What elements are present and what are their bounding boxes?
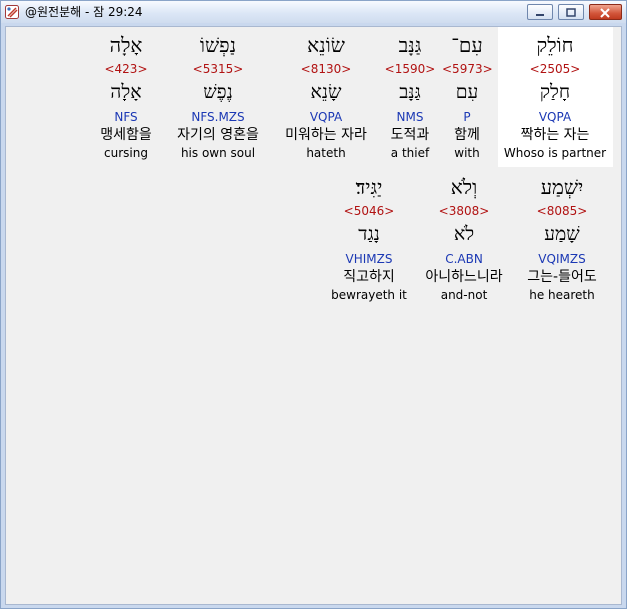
minimize-icon (536, 14, 544, 16)
hebrew-word: נַפְשׁוֹ (199, 33, 237, 57)
app-icon (4, 4, 20, 20)
hebrew-lemma: שָׂנֵא (310, 81, 342, 103)
hebrew-word: וְלֹא (450, 175, 478, 199)
word-column[interactable]: יִשְׁמַע <8085> שָׁמַע VQIMZS 그는-들어도 he … (520, 173, 604, 303)
strong-number: <1590> (384, 62, 436, 76)
hebrew-lemma: גַּנָּב (399, 81, 421, 103)
interlinear-panel: חוֹלֵק <2505> חָלַק VQPA 짝하는 자는 Whoso is… (5, 26, 622, 605)
morphology-code: P (463, 110, 471, 124)
korean-gloss: 함께 (454, 127, 480, 143)
close-button[interactable] (589, 4, 622, 20)
morphology-code: C.ABN (445, 252, 483, 266)
korean-gloss: 짝하는 자는 (520, 127, 590, 143)
english-gloss: he heareth (529, 288, 595, 302)
word-column[interactable]: וְלֹא <3808> לֹא C.ABN 아니하느니라 and-not (416, 173, 512, 303)
hebrew-lemma: לֹא (453, 223, 475, 245)
english-gloss: with (454, 146, 480, 160)
hebrew-word: אָלָה (109, 33, 143, 57)
strong-number: <8085> (536, 204, 588, 218)
hebrew-lemma: עִם (455, 81, 479, 103)
word-column[interactable]: שׂוֹנֵא <8130> שָׂנֵא VQPA 미워하는 자라 hatet… (276, 31, 376, 161)
korean-gloss: 자기의 영혼을 (177, 127, 259, 143)
korean-gloss: 아니하느니라 (425, 269, 503, 285)
hebrew-lemma: חָלַק (539, 81, 571, 103)
word-column[interactable]: חוֹלֵק <2505> חָלַק VQPA 짝하는 자는 Whoso is… (502, 31, 608, 161)
word-column[interactable]: נַפְשׁוֹ <5315> נֶפֶשׁ NFS.MZS 자기의 영혼을 h… (168, 31, 268, 161)
english-gloss: his own soul (180, 146, 256, 160)
korean-gloss: 맹세함을 (100, 127, 152, 143)
hebrew-lemma: נָגַד (358, 223, 380, 245)
english-gloss: bewrayeth it (331, 288, 407, 302)
app-window: @원전분해 - 잠 29:24 חוֹלֵק <2505> חָלַק VQPA… (0, 0, 627, 609)
strong-number: <423> (104, 62, 148, 76)
word-column[interactable]: יַגִּיד׃ <5046> נָגַד VHIMZS 직고하지 bewray… (326, 173, 412, 303)
hebrew-word: שׂוֹנֵא (307, 33, 345, 57)
word-column[interactable]: עִם־ <5973> עִם P 함께 with (442, 31, 493, 161)
strong-number: <2505> (529, 62, 581, 76)
korean-gloss: 미워하는 자라 (285, 127, 367, 143)
hebrew-lemma: שָׁמַע (544, 223, 580, 245)
hebrew-lemma: אָלָה (110, 81, 142, 103)
morphology-code: VQIMZS (538, 252, 586, 266)
english-gloss: cursing (104, 146, 148, 160)
english-gloss: hateth (306, 146, 346, 160)
korean-gloss: 그는-들어도 (527, 269, 597, 285)
strong-number: <3808> (438, 204, 490, 218)
maximize-button[interactable] (558, 4, 584, 20)
hebrew-word: יִשְׁמַע (540, 175, 584, 199)
morphology-code: VQPA (538, 110, 572, 124)
strong-number: <5973> (442, 62, 493, 76)
hebrew-lemma: נֶפֶשׁ (203, 81, 233, 103)
hebrew-word: גַּנָּב (398, 33, 422, 57)
close-icon (600, 8, 610, 18)
english-gloss: and-not (440, 288, 488, 302)
strong-number: <8130> (300, 62, 352, 76)
hebrew-word: יַגִּיד׃ (355, 175, 383, 199)
word-column[interactable]: אָלָה <423> אָלָה NFS 맹세함을 cursing (90, 31, 162, 161)
morphology-code: VQPA (309, 110, 343, 124)
morphology-code: NMS (396, 110, 424, 124)
korean-gloss: 직고하지 (343, 269, 395, 285)
korean-gloss: 도적과 (390, 127, 430, 143)
maximize-icon (566, 8, 576, 17)
title-bar[interactable]: @원전분해 - 잠 29:24 (1, 1, 626, 23)
strong-number: <5315> (192, 62, 244, 76)
english-gloss: Whoso is partner (503, 146, 607, 160)
morphology-code: VHIMZS (345, 252, 393, 266)
hebrew-word: חוֹלֵק (536, 33, 574, 57)
morphology-code: NFS (114, 110, 138, 124)
english-gloss: a thief (390, 146, 430, 160)
word-column[interactable]: גַּנָּב <1590> גַּנָּב NMS 도적과 a thief (384, 31, 436, 161)
minimize-button[interactable] (527, 4, 553, 20)
hebrew-word: עִם־ (451, 33, 483, 57)
window-title: @원전분해 - 잠 29:24 (25, 5, 143, 19)
morphology-code: NFS.MZS (191, 110, 245, 124)
strong-number: <5046> (343, 204, 395, 218)
